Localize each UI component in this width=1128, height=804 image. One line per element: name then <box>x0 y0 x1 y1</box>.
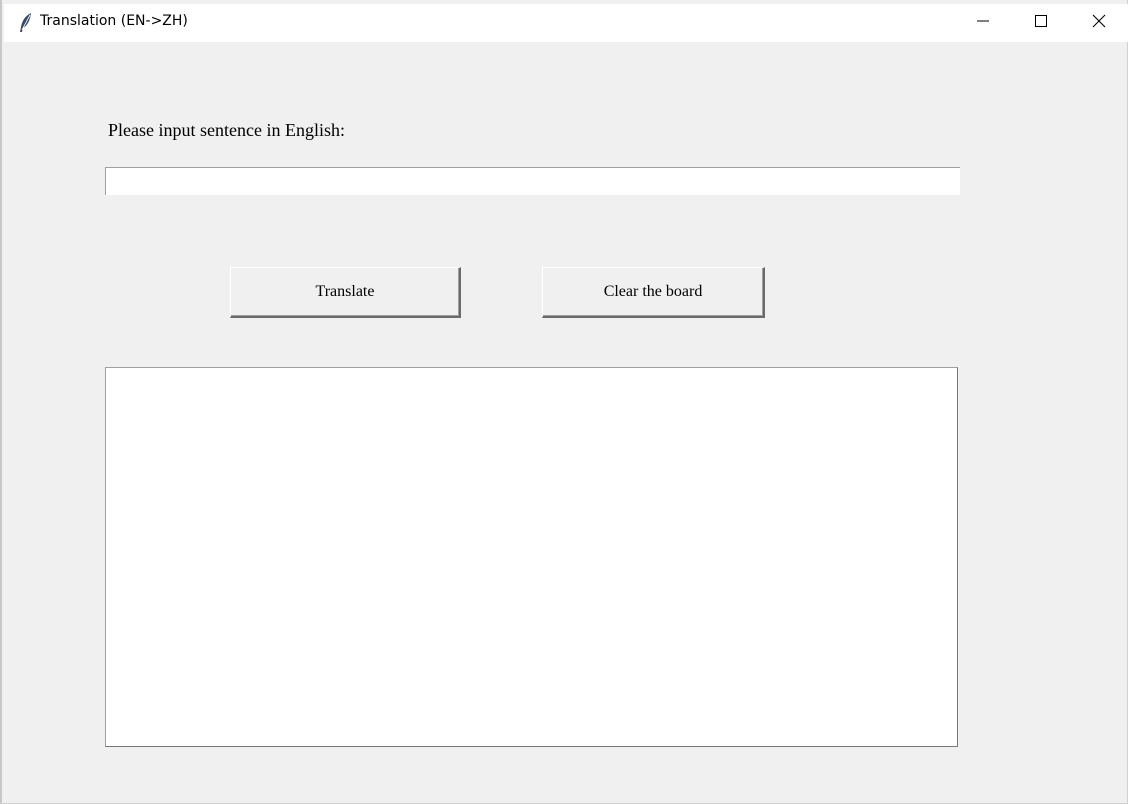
translate-button[interactable]: Translate <box>230 267 461 318</box>
title-bar[interactable]: Translation (EN->ZH) <box>4 4 1128 42</box>
translation-window: Translation (EN->ZH) Please input senten… <box>0 0 1128 804</box>
clear-board-button[interactable]: Clear the board <box>542 267 765 318</box>
translation-output-area[interactable] <box>105 367 958 747</box>
maximize-icon <box>1035 14 1047 32</box>
minimize-button[interactable] <box>954 4 1012 42</box>
minimize-icon <box>977 14 989 32</box>
close-button[interactable] <box>1070 4 1128 42</box>
close-icon <box>1092 14 1106 33</box>
english-sentence-input[interactable] <box>105 167 960 195</box>
input-prompt-label: Please input sentence in English: <box>108 120 345 140</box>
window-title: Translation (EN->ZH) <box>40 13 188 29</box>
feather-icon <box>18 12 34 34</box>
maximize-button[interactable] <box>1012 4 1070 42</box>
